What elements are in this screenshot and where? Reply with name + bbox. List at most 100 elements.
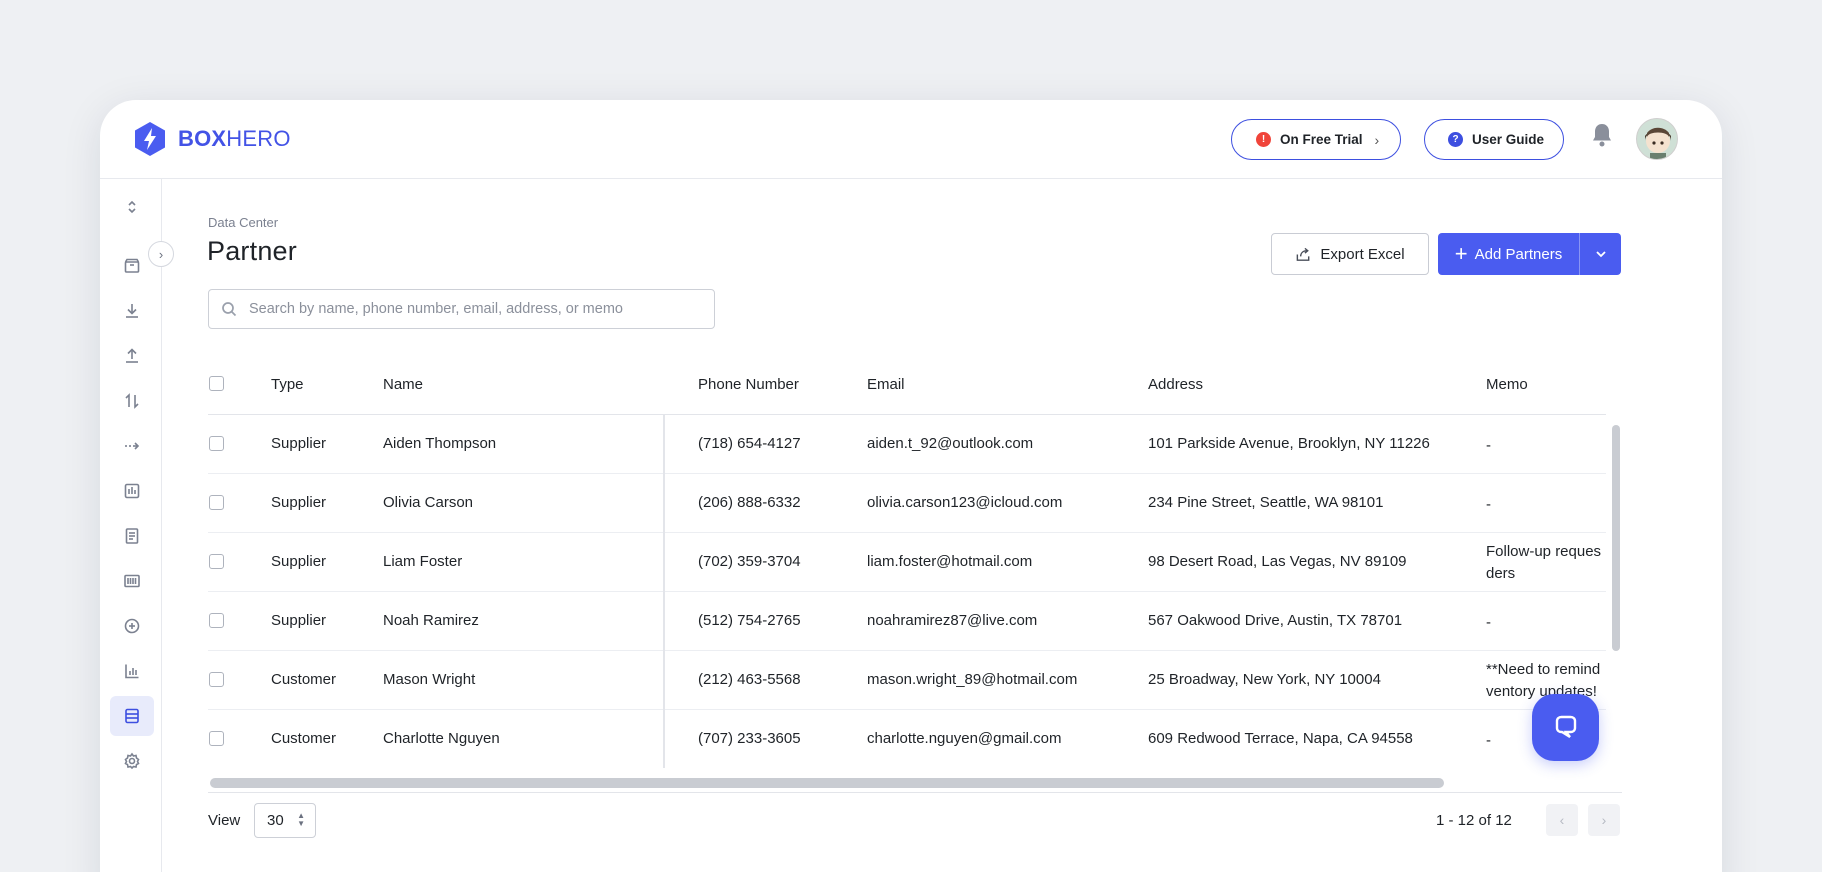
move-icon[interactable]: [110, 426, 154, 466]
row-checkbox[interactable]: [209, 731, 224, 746]
column-phone[interactable]: Phone Number: [698, 376, 799, 393]
export-excel-button[interactable]: Export Excel: [1271, 233, 1429, 275]
cell-type: Supplier: [271, 435, 327, 452]
search-icon: [222, 302, 237, 317]
cell-address: 98 Desert Road, Las Vegas, NV 89109: [1148, 553, 1407, 570]
column-address[interactable]: Address: [1148, 376, 1203, 393]
export-icon: [1297, 247, 1310, 261]
chevron-right-icon: ›: [1374, 131, 1380, 148]
rows-per-page-select[interactable]: 30 ▲ ▼: [254, 803, 316, 838]
top-bar: BOXHERO ! On Free Trial › ? User Guide: [100, 100, 1722, 179]
cell-type: Supplier: [271, 494, 327, 511]
add-circle-icon[interactable]: [110, 606, 154, 646]
cell-address: 609 Redwood Terrace, Napa, CA 94558: [1148, 730, 1413, 747]
cell-type: Supplier: [271, 553, 327, 570]
chat-button[interactable]: [1532, 694, 1599, 761]
cell-email: olivia.carson123@icloud.com: [867, 494, 1063, 511]
app-window: BOXHERO ! On Free Trial › ? User Guide ›…: [100, 100, 1722, 872]
cell-memo: -: [1486, 614, 1491, 631]
report-icon[interactable]: [110, 471, 154, 511]
cell-email: mason.wright_89@hotmail.com: [867, 671, 1078, 688]
select-all-checkbox[interactable]: [209, 376, 224, 391]
cell-name: Olivia Carson: [383, 494, 474, 511]
export-excel-label: Export Excel: [1320, 245, 1405, 263]
add-partners-button[interactable]: + Add Partners: [1438, 233, 1580, 275]
adjust-icon[interactable]: [110, 381, 154, 421]
chevron-left-icon: ‹: [1559, 812, 1565, 828]
column-email[interactable]: Email: [867, 376, 905, 393]
add-partners-label: Add Partners: [1474, 245, 1563, 263]
expand-sidebar-button[interactable]: ›: [148, 241, 174, 267]
table-row[interactable]: Supplier Liam Foster (702) 359-3704 liam.fo…: [208, 533, 1606, 592]
table-header: Type Name Phone Number Email Address Mem…: [208, 352, 1606, 415]
page-count: 1 - 12 of 12: [1436, 812, 1512, 829]
free-trial-button[interactable]: ! On Free Trial ›: [1231, 119, 1401, 160]
row-checkbox[interactable]: [209, 672, 224, 687]
column-type[interactable]: Type: [271, 376, 304, 393]
row-checkbox[interactable]: [209, 436, 224, 451]
cell-phone: (512) 754-2765: [698, 612, 801, 629]
cell-memo: -: [1486, 437, 1491, 454]
brand-name: BOXHERO: [178, 126, 291, 151]
sort-icon[interactable]: [110, 187, 154, 227]
cell-address: 25 Broadway, New York, NY 10004: [1148, 671, 1381, 688]
horizontal-scrollbar[interactable]: [210, 778, 1444, 788]
cell-name: Mason Wright: [383, 671, 476, 688]
page-title: Partner: [207, 236, 297, 266]
settings-icon[interactable]: [110, 741, 154, 781]
cell-email: aiden.t_92@outlook.com: [867, 435, 1034, 452]
search-input[interactable]: [249, 301, 689, 317]
chevron-down-icon: [1595, 251, 1606, 258]
barcode-icon[interactable]: [110, 561, 154, 601]
cell-phone: (702) 359-3704: [698, 553, 801, 570]
boxhero-logo[interactable]: BOXHERO: [134, 121, 291, 157]
cell-email: charlotte.nguyen@gmail.com: [867, 730, 1062, 747]
data-center-icon[interactable]: [110, 696, 154, 736]
partner-table: Type Name Phone Number Email Address Mem…: [208, 352, 1606, 768]
cell-type: Supplier: [271, 612, 327, 629]
cell-type: Customer: [271, 730, 337, 747]
add-partners-button-group: + Add Partners: [1438, 233, 1621, 275]
cell-address: 101 Parkside Avenue, Brooklyn, NY 11226: [1148, 435, 1430, 452]
add-partners-dropdown[interactable]: [1580, 248, 1621, 260]
alert-icon: !: [1256, 132, 1271, 147]
row-checkbox[interactable]: [209, 554, 224, 569]
cell-name: Charlotte Nguyen: [383, 730, 500, 747]
sidebar: [100, 179, 162, 872]
breadcrumb[interactable]: Data Center: [208, 215, 278, 230]
column-name[interactable]: Name: [383, 376, 423, 393]
document-icon[interactable]: [110, 516, 154, 556]
plus-icon: +: [1454, 241, 1468, 266]
chat-icon: [1555, 715, 1576, 738]
free-trial-label: On Free Trial: [1280, 132, 1363, 147]
user-avatar[interactable]: [1636, 118, 1678, 160]
cell-phone: (212) 463-5568: [698, 671, 801, 688]
vertical-scrollbar[interactable]: [1612, 425, 1620, 651]
chevron-right-icon: ›: [158, 246, 164, 262]
column-memo[interactable]: Memo: [1486, 376, 1528, 393]
cell-address: 567 Oakwood Drive, Austin, TX 78701: [1148, 612, 1403, 629]
cell-phone: (718) 654-4127: [698, 435, 801, 452]
row-checkbox[interactable]: [209, 495, 224, 510]
cell-email: liam.foster@hotmail.com: [867, 553, 1033, 570]
cell-name: Aiden Thompson: [383, 435, 497, 452]
table-row[interactable]: Supplier Noah Ramirez (512) 754-2765 noahra…: [208, 592, 1606, 651]
table-row[interactable]: Customer Mason Wright (212) 463-5568 mason.…: [208, 651, 1606, 710]
bell-icon[interactable]: [1590, 122, 1614, 148]
table-row[interactable]: Customer Charlotte Nguyen (707) 233-3605 ch…: [208, 710, 1606, 768]
stock-in-icon[interactable]: [110, 291, 154, 331]
stock-out-icon[interactable]: [110, 336, 154, 376]
cell-name: Liam Foster: [383, 553, 463, 570]
footer-divider: [208, 792, 1622, 793]
table-row[interactable]: Supplier Aiden Thompson (718) 654-4127 aide…: [208, 415, 1606, 474]
rows-per-page-value: 30: [267, 812, 284, 829]
cell-phone: (707) 233-3605: [698, 730, 801, 747]
help-icon: ?: [1448, 132, 1463, 147]
table-row[interactable]: Supplier Olivia Carson (206) 888-6332 olivi…: [208, 474, 1606, 533]
user-guide-button[interactable]: ? User Guide: [1424, 119, 1564, 160]
next-page-button[interactable]: ›: [1588, 804, 1620, 836]
sort-icon: ▲ ▼: [297, 811, 305, 828]
prev-page-button[interactable]: ‹: [1546, 804, 1578, 836]
row-checkbox[interactable]: [209, 613, 224, 628]
chart-icon[interactable]: [110, 651, 154, 691]
